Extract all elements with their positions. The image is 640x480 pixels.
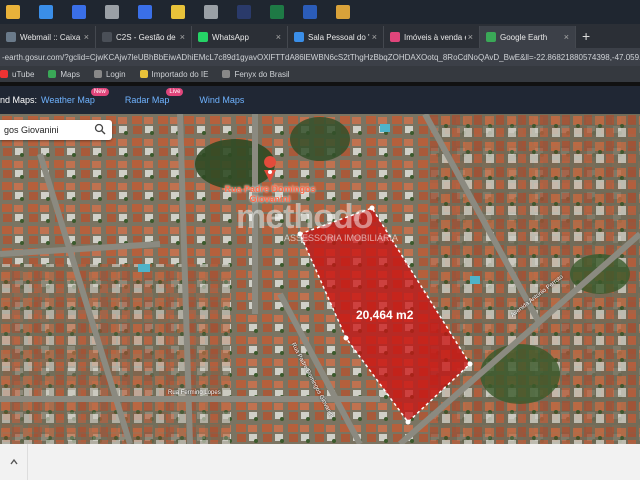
live-badge: Live xyxy=(166,88,184,96)
new-badge: New xyxy=(90,88,109,96)
bookmark-item[interactable]: uTube xyxy=(0,70,34,79)
new-tab-button[interactable]: + xyxy=(582,28,590,44)
tab-title[interactable]: Google Earth xyxy=(500,33,562,42)
browser-tab[interactable]: Google Earth × xyxy=(480,26,576,48)
word-icon[interactable] xyxy=(303,5,317,19)
bookmark-item[interactable]: Login xyxy=(93,70,126,79)
marker-label-line2: Giovanini xyxy=(249,194,291,204)
tab-title[interactable]: Imóveis à venda em xyxy=(404,33,466,42)
chevron-up-icon[interactable] xyxy=(0,444,28,480)
browser-tab[interactable]: C2S - Gestão de Cont× xyxy=(96,26,192,48)
search-text[interactable]: gos Giovanini xyxy=(4,125,59,135)
watermark-tagline: ASSESSORIA IMOBILIÁRIA xyxy=(284,233,399,243)
bookmark-label[interactable]: Maps xyxy=(60,70,80,79)
tab-close-icon[interactable]: × xyxy=(84,32,89,42)
map-search-input[interactable]: gos Giovanini xyxy=(0,120,112,140)
bookmark-label[interactable]: Login xyxy=(106,70,126,79)
bottom-bar xyxy=(0,444,640,480)
marker-label-line1: Rua Padre Domingos xyxy=(224,184,316,194)
chrome-icon[interactable] xyxy=(336,5,350,19)
satellite-map[interactable]: methodo ASSESSORIA IMOBILIÁRIA Rua Padre… xyxy=(0,114,640,444)
app-dark-icon[interactable] xyxy=(237,5,251,19)
watermark-logo: methodo ASSESSORIA IMOBILIÁRIA xyxy=(236,198,416,258)
nav-radar-map[interactable]: Radar Map Live xyxy=(125,88,184,105)
bookmark-label[interactable]: Importado do IE xyxy=(152,70,209,79)
excel-icon[interactable] xyxy=(270,5,284,19)
bookmark-icon xyxy=(0,70,8,78)
app-c-icon[interactable] xyxy=(138,5,152,19)
nav-wind-maps-label[interactable]: Wind Maps xyxy=(199,95,244,105)
tab-close-icon[interactable]: × xyxy=(564,32,569,42)
nav-weather-map-label[interactable]: Weather Map xyxy=(41,95,95,105)
mail-icon[interactable] xyxy=(72,5,86,19)
tab-close-icon[interactable]: × xyxy=(180,32,185,42)
browser-tab[interactable]: Sala Pessoal do 'GAA'× xyxy=(288,26,384,48)
tab-strip: Webmail :: Caixa de e×C2S - Gestão de Co… xyxy=(0,24,640,48)
nav-weather-map[interactable]: Weather Map New xyxy=(41,88,109,105)
bookmark-item[interactable]: Maps xyxy=(48,70,80,79)
store-icon[interactable] xyxy=(39,5,53,19)
nav-radar-map-label[interactable]: Radar Map xyxy=(125,95,170,105)
url-text[interactable]: -earth.gosur.com/?gclid=CjwKCAjw7leUBhBb… xyxy=(2,53,640,62)
bookmarks-bar: uTube Maps Login Importado do IE Fenyx do Br… xyxy=(0,66,640,82)
taskbar xyxy=(0,0,640,24)
bookmark-icon xyxy=(222,70,231,78)
file-explorer-icon[interactable] xyxy=(171,5,185,19)
tab-close-icon[interactable]: × xyxy=(276,32,281,42)
tab-favicon-icon xyxy=(102,32,112,42)
bookmark-label[interactable]: Fenyx do Brasil xyxy=(234,70,289,79)
bookmark-icon xyxy=(48,70,57,78)
bookmark-item[interactable]: Importado do IE xyxy=(139,70,209,79)
photos-icon[interactable] xyxy=(6,5,20,19)
app-wing-icon[interactable] xyxy=(204,5,218,19)
settings-icon[interactable] xyxy=(105,5,119,19)
nav-wind-maps[interactable]: Wind Maps xyxy=(199,95,244,105)
address-bar[interactable]: -earth.gosur.com/?gclid=CjwKCAjw7leUBhBb… xyxy=(0,48,640,66)
browser-tab[interactable]: Imóveis à venda em× xyxy=(384,26,480,48)
tab-favicon-icon xyxy=(294,32,304,42)
tab-favicon-icon xyxy=(486,32,496,42)
street-label: Rua Fermino Lopes xyxy=(168,390,221,396)
area-measurement-label: 20,464 m2 xyxy=(356,308,414,322)
marker-label: Rua Padre Domingos Giovanini xyxy=(222,184,318,204)
tab-title[interactable]: C2S - Gestão de Cont xyxy=(116,33,178,42)
bookmark-icon xyxy=(93,70,102,78)
tab-title[interactable]: Sala Pessoal do 'GAA' xyxy=(308,33,370,42)
browser-tab[interactable]: WhatsApp × xyxy=(192,26,288,48)
tab-favicon-icon xyxy=(198,32,208,42)
brand-label: nd Maps: xyxy=(0,95,38,105)
tab-title[interactable]: WhatsApp xyxy=(212,33,274,42)
site-header: nd Maps: Weather Map New Radar Map Live … xyxy=(0,86,640,114)
tab-close-icon[interactable]: × xyxy=(468,32,473,42)
search-icon[interactable] xyxy=(94,123,106,137)
tab-favicon-icon xyxy=(6,32,16,42)
browser-tab[interactable]: Webmail :: Caixa de e× xyxy=(0,26,96,48)
bookmark-item[interactable]: Fenyx do Brasil xyxy=(222,70,290,79)
tab-close-icon[interactable]: × xyxy=(372,32,377,42)
bookmark-label[interactable]: uTube xyxy=(12,70,34,79)
bookmark-icon xyxy=(139,70,148,78)
tab-title[interactable]: Webmail :: Caixa de e xyxy=(20,33,82,42)
tab-favicon-icon xyxy=(390,32,400,42)
